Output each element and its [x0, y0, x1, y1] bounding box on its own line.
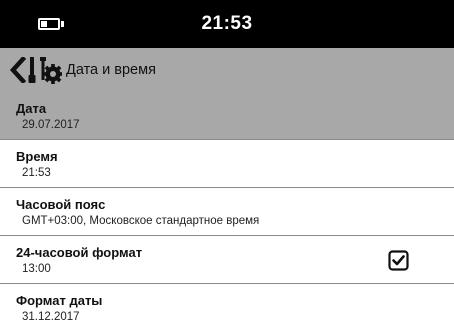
chevron-left-icon[interactable]: [8, 57, 28, 83]
setting-summary: 29.07.2017: [22, 119, 80, 131]
status-clock: 21:53: [201, 13, 253, 34]
tools-gear-icon: [28, 57, 62, 84]
setting-title: 24-часовой формат: [16, 245, 143, 260]
settings-list: Дата 29.07.2017 Время 21:53 Часовой пояс…: [0, 92, 454, 332]
setting-row-date[interactable]: Дата 29.07.2017: [0, 92, 454, 140]
setting-summary: 21:53: [22, 167, 51, 179]
status-bar: 21:53: [0, 0, 454, 48]
setting-summary: 31.12.2017: [22, 311, 80, 323]
action-bar: Дата и время: [0, 48, 454, 92]
setting-title: Формат даты: [16, 293, 103, 308]
setting-title: Время: [16, 149, 58, 164]
checkbox-checked-icon[interactable]: [388, 250, 409, 271]
setting-summary: GMT+03:00, Московское стандартное время: [22, 215, 260, 227]
setting-row-timezone[interactable]: Часовой пояс GMT+03:00, Московское станд…: [0, 188, 454, 236]
setting-summary: 13:00: [22, 263, 51, 275]
setting-row-date-format[interactable]: Формат даты 31.12.2017: [0, 284, 454, 332]
setting-row-24h-format[interactable]: 24-часовой формат 13:00: [0, 236, 454, 284]
setting-title: Часовой пояс: [16, 197, 106, 212]
setting-title: Дата: [16, 101, 47, 116]
page-title: Дата и время: [66, 62, 156, 78]
setting-row-time[interactable]: Время 21:53: [0, 140, 454, 188]
